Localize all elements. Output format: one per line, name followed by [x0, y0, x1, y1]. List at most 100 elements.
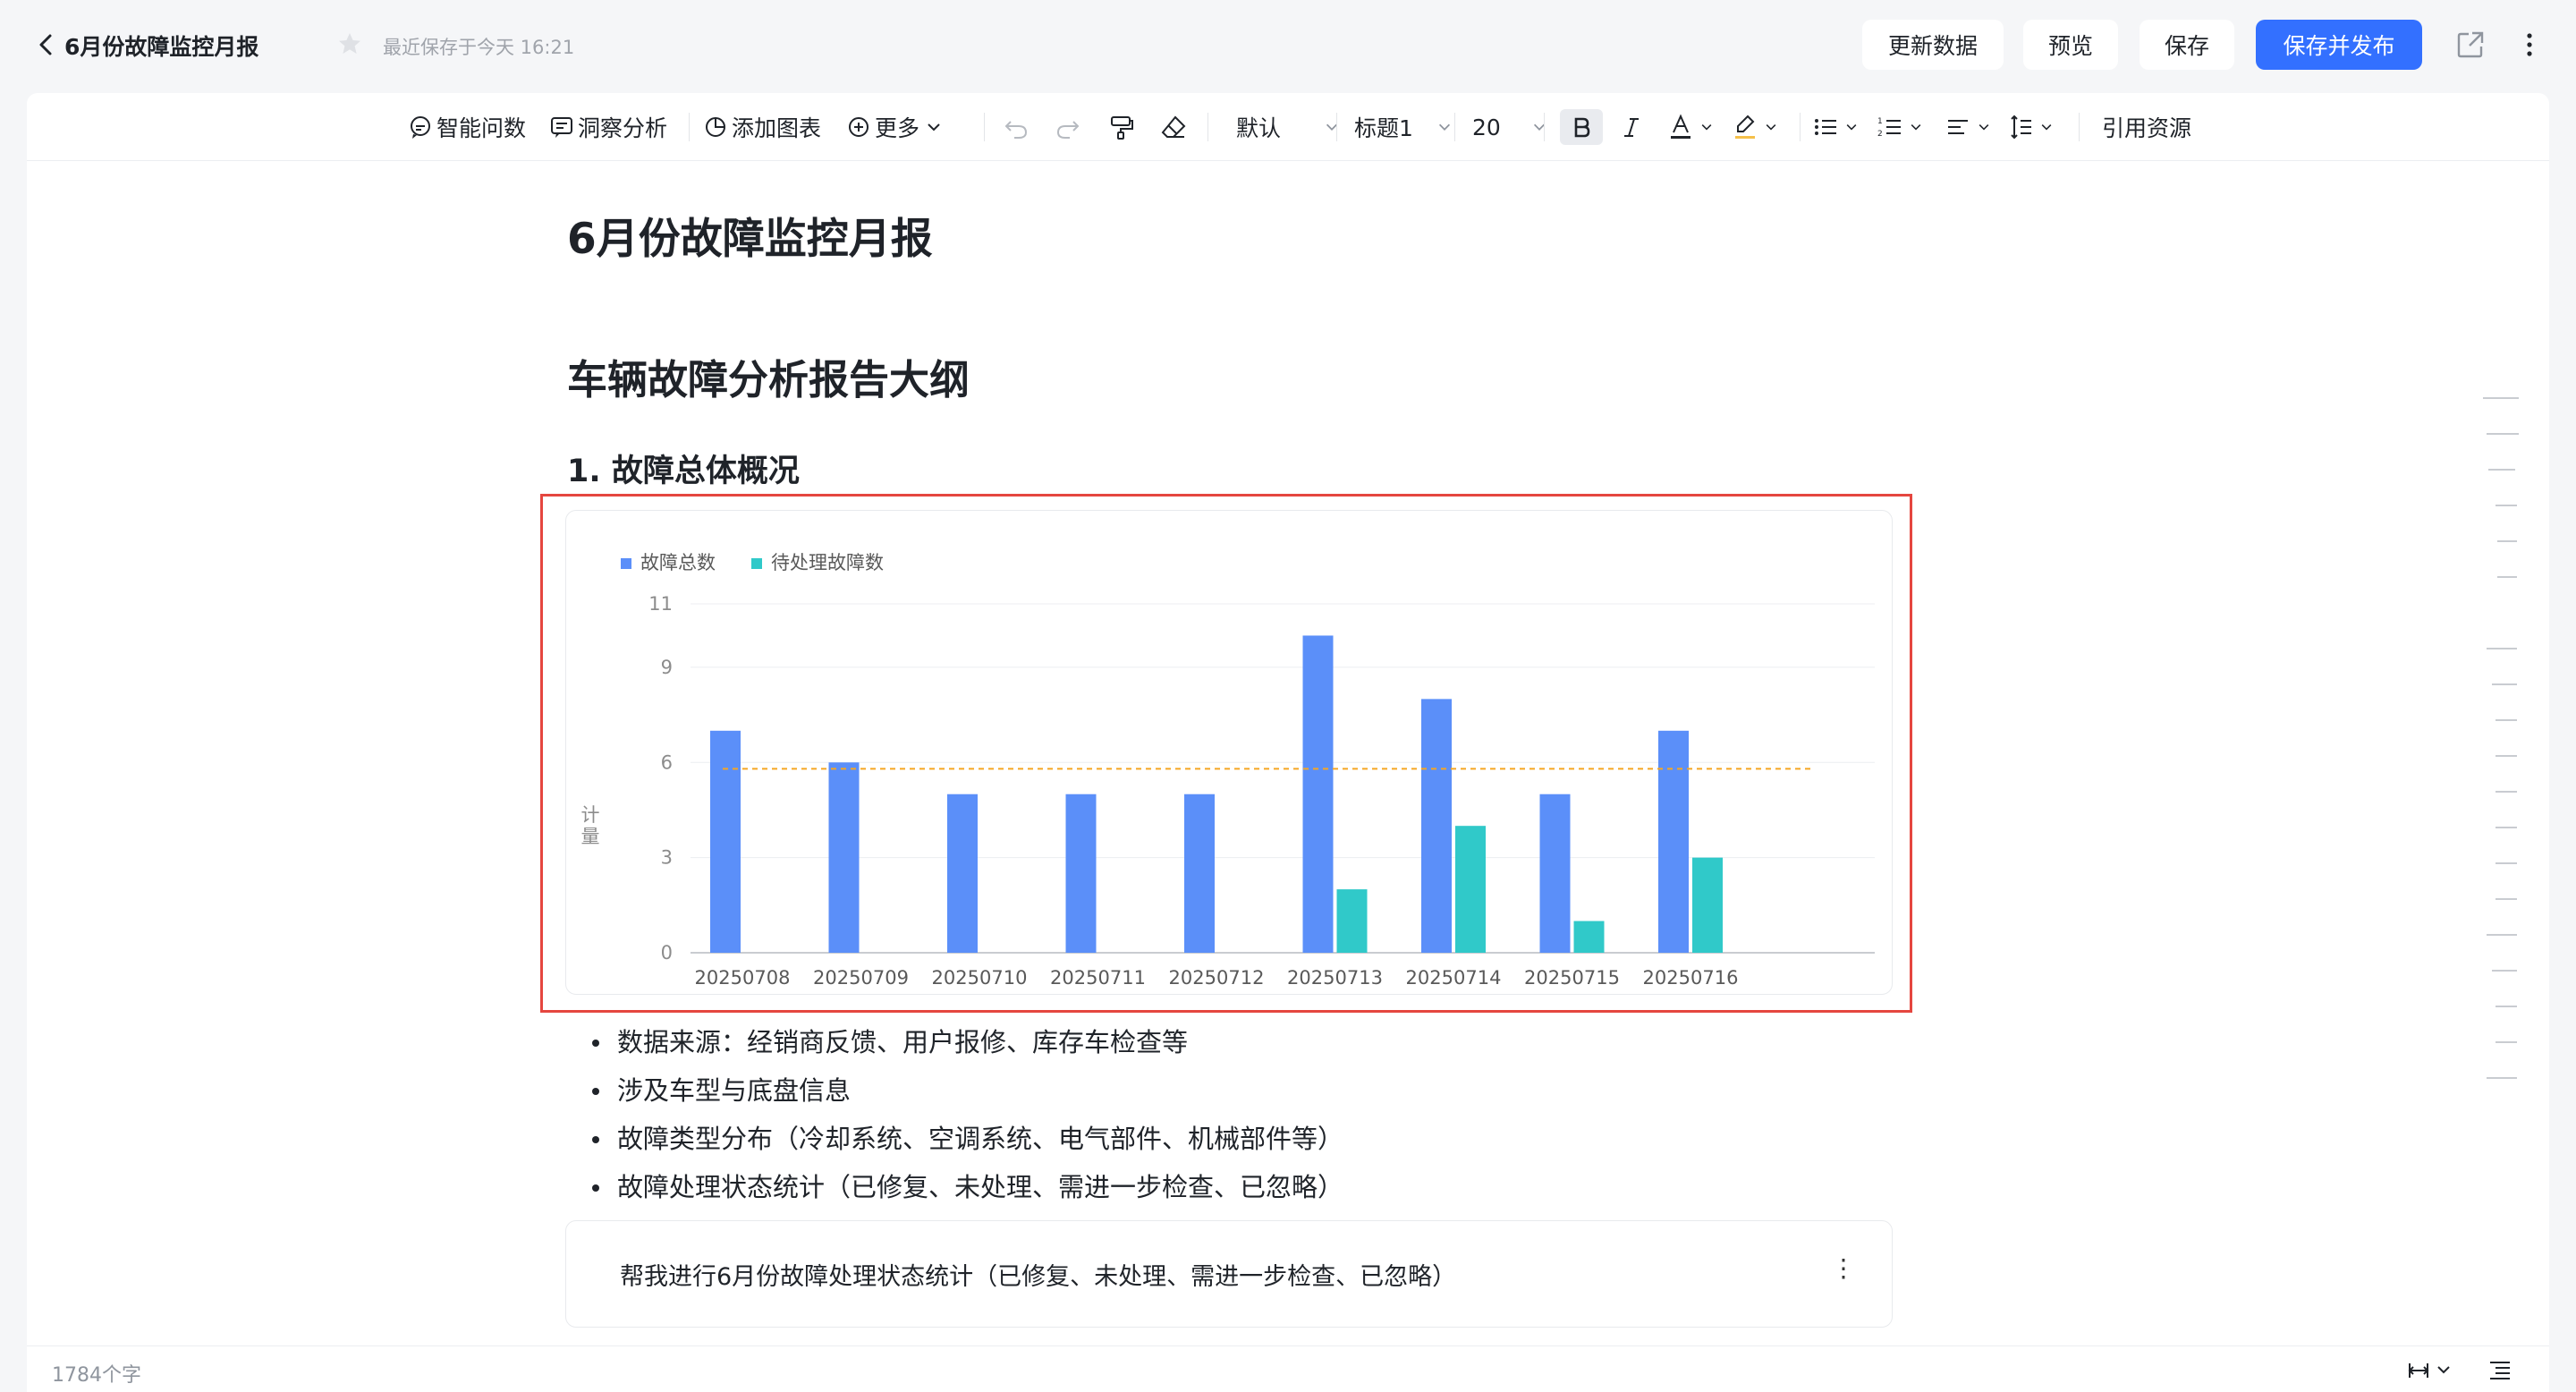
highlighter-icon: [1735, 115, 1755, 139]
outline-line[interactable]: [2497, 540, 2517, 542]
outline-line[interactable]: [2483, 397, 2519, 399]
ai-query-card[interactable]: 帮我进行6月份故障处理状态统计（已修复、未处理、需进一步检查、已忽略） ⋮: [565, 1220, 1893, 1328]
outline-line[interactable]: [2496, 719, 2517, 721]
outline-line[interactable]: [2496, 898, 2517, 900]
document-title[interactable]: 6月份故障监控月报: [64, 30, 258, 62]
font-color-icon: [1671, 114, 1690, 139]
outline-line[interactable]: [2487, 433, 2519, 435]
font-family-select[interactable]: 默认: [1233, 109, 1340, 145]
chart-pie-icon: [706, 117, 725, 137]
clear-format-button[interactable]: [1159, 109, 1188, 145]
outline-line[interactable]: [2496, 505, 2517, 506]
font-size-value: 20: [1472, 114, 1501, 140]
insight-analysis-button[interactable]: 洞察分析: [549, 109, 667, 145]
bar: [1539, 794, 1571, 953]
italic-button[interactable]: [1619, 109, 1644, 145]
open-external-icon[interactable]: [2454, 29, 2487, 61]
heading-1[interactable]: 车辆故障分析报告大纲: [567, 347, 970, 405]
list-item-text: 故障类型分布（冷却系统、空调系统、电气部件、机械部件等）: [617, 1124, 1344, 1154]
outline-line[interactable]: [2488, 469, 2515, 471]
outline-line[interactable]: [2496, 1006, 2517, 1007]
list-item[interactable]: 故障处理状态统计（已修复、未处理、需进一步检查、已忽略）: [567, 1163, 1343, 1211]
x-tick-label: 20250712: [1169, 967, 1265, 989]
list-item-text: 涉及车型与底盘信息: [617, 1075, 852, 1106]
outline-line[interactable]: [2487, 648, 2517, 649]
x-tick-label: 20250713: [1287, 967, 1383, 989]
bar: [1421, 699, 1452, 953]
format-painter-button[interactable]: [1107, 109, 1136, 145]
more-vertical-icon[interactable]: [2519, 29, 2540, 61]
chevron-down-icon: [1766, 124, 1776, 131]
fit-width-icon[interactable]: [2406, 1357, 2460, 1384]
list-item[interactable]: 数据来源：经销商反馈、用户报修、库存车检查等: [567, 1018, 1343, 1066]
add-chart-button[interactable]: 添加图表: [703, 109, 821, 145]
outline-line[interactable]: [2496, 827, 2517, 828]
font-size-select[interactable]: 20: [1469, 109, 1547, 145]
chevron-down-icon: [928, 123, 940, 132]
back-arrow-icon[interactable]: [30, 27, 63, 63]
outline-line[interactable]: [2497, 576, 2517, 578]
toolbar-divider: [689, 113, 690, 141]
smart-ask-button[interactable]: 智能问数: [408, 109, 526, 145]
outline-line[interactable]: [2487, 934, 2517, 936]
chevron-down-icon: [1846, 124, 1857, 131]
outline-line[interactable]: [2496, 1041, 2517, 1043]
chevron-down-icon: [1326, 123, 1338, 131]
y-tick-label: 3: [661, 847, 673, 869]
save-button[interactable]: 保存: [2140, 20, 2234, 70]
highlight-button[interactable]: [1732, 109, 1778, 145]
star-icon[interactable]: [336, 30, 363, 57]
list-item[interactable]: 故障类型分布（冷却系统、空调系统、电气部件、机械部件等）: [567, 1115, 1343, 1163]
last-saved-text: 最近保存于今天 16:21: [383, 37, 575, 58]
chevron-down-icon: [2041, 124, 2052, 131]
document-heading[interactable]: 6月份故障监控月报: [567, 204, 933, 266]
save-and-publish-button[interactable]: 保存并发布: [2256, 20, 2422, 70]
redo-icon: [1056, 121, 1080, 139]
bullet-list-button[interactable]: [1812, 109, 1859, 145]
bullet-dot: [592, 1136, 599, 1143]
font-color-button[interactable]: [1667, 109, 1714, 145]
outline-toggle-icon[interactable]: [2487, 1357, 2513, 1384]
plus-circle-icon: [849, 117, 869, 137]
bar: [1692, 857, 1723, 953]
outline-line[interactable]: [2496, 791, 2517, 793]
redo-button[interactable]: [1054, 109, 1082, 145]
bar: [1658, 730, 1689, 953]
more-insert-button[interactable]: 更多: [846, 109, 943, 145]
outline-line[interactable]: [2487, 1077, 2517, 1079]
y-axis-label: 量: [581, 826, 600, 847]
update-data-button[interactable]: 更新数据: [1862, 20, 2004, 70]
heading-2[interactable]: 1. 故障总体概况: [567, 446, 800, 491]
numbered-list-button[interactable]: 12: [1877, 109, 1923, 145]
eraser-icon: [1161, 115, 1186, 138]
undo-button[interactable]: [1002, 109, 1030, 145]
list-item[interactable]: 涉及车型与底盘信息: [567, 1066, 1343, 1115]
outline-line[interactable]: [2492, 970, 2517, 972]
more-vertical-icon[interactable]: ⋮: [1831, 1253, 1856, 1283]
list-item-text: 数据来源：经销商反馈、用户报修、库存车检查等: [617, 1027, 1189, 1057]
bar: [710, 730, 741, 953]
outline-line[interactable]: [2492, 683, 2517, 685]
x-tick-label: 20250708: [695, 967, 791, 989]
cite-resource-button[interactable]: 引用资源: [2098, 109, 2191, 145]
insight-label: 洞察分析: [578, 115, 668, 141]
font-family-value: 默认: [1236, 115, 1282, 141]
undo-icon: [1004, 121, 1028, 139]
bar: [1455, 826, 1486, 953]
outline-line[interactable]: [2496, 755, 2517, 757]
italic-icon: [1624, 118, 1639, 137]
preview-button[interactable]: 预览: [2023, 20, 2118, 70]
header-bar: 6月份故障监控月报 最近保存于今天 16:21 更新数据 预览 保存 保存并发布: [0, 0, 2576, 89]
outline-line[interactable]: [2496, 862, 2517, 864]
insight-icon: [551, 117, 572, 138]
bar: [1336, 889, 1368, 953]
x-tick-label: 20250716: [1643, 967, 1739, 989]
align-button[interactable]: [1945, 109, 1991, 145]
heading-select[interactable]: 标题1: [1351, 109, 1453, 145]
fault-chart[interactable]: 故障总数 待处理故障数 0 3 6 9 11 计量 20250708 20250709 202507…: [565, 510, 1893, 995]
chevron-down-icon: [1979, 124, 1989, 131]
bold-button[interactable]: [1560, 109, 1603, 145]
bold-icon: [1574, 117, 1590, 138]
bar: [947, 794, 978, 953]
line-height-button[interactable]: [2007, 109, 2054, 145]
